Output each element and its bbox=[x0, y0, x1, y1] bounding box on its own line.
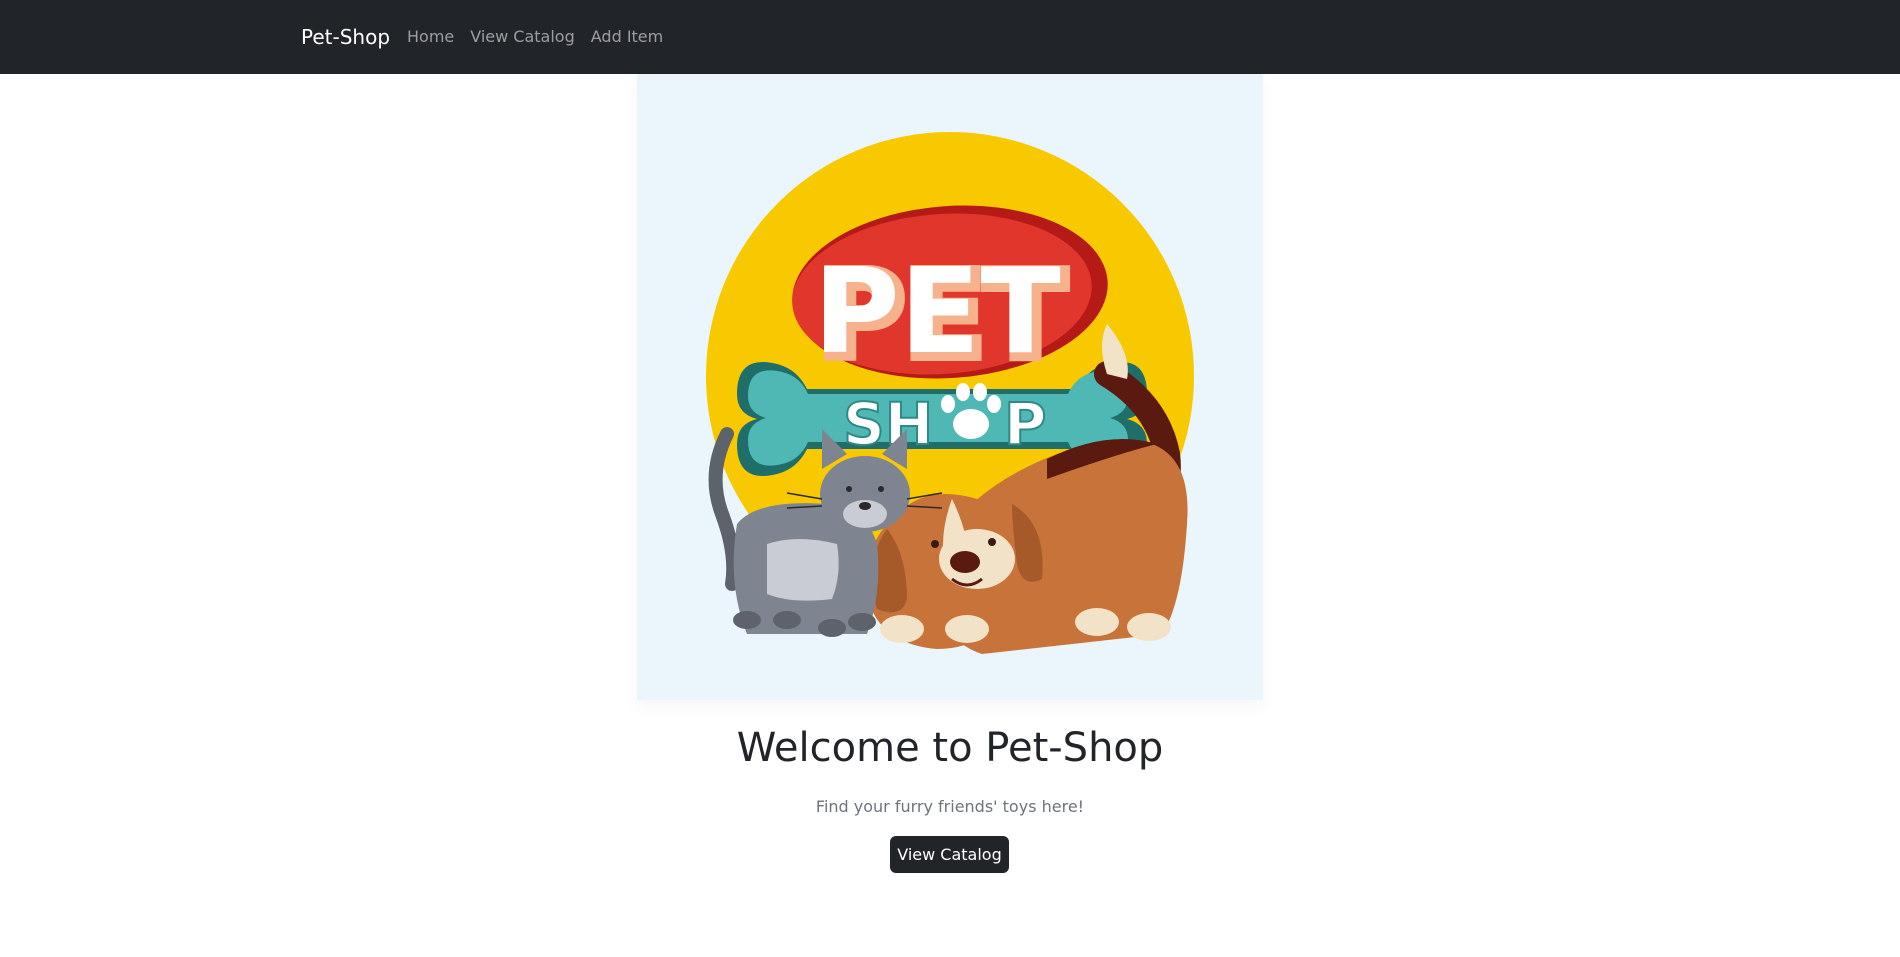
nav-link-home[interactable]: Home bbox=[407, 27, 454, 47]
view-catalog-button[interactable]: View Catalog bbox=[890, 836, 1009, 873]
pet-shop-logo-image: PET PET SH P bbox=[637, 74, 1263, 700]
nav-link-add-item[interactable]: Add Item bbox=[591, 27, 663, 47]
pet-shop-logo-illustration: PET PET SH P bbox=[706, 132, 1194, 654]
page-title: Welcome to Pet-Shop bbox=[736, 725, 1164, 771]
page-subtitle: Find your furry friends' toys here! bbox=[815, 797, 1085, 816]
nav-links: Home View Catalog Add Item bbox=[407, 27, 663, 47]
pet-text: PET bbox=[813, 242, 1061, 380]
nav-link-view-catalog[interactable]: View Catalog bbox=[470, 27, 575, 47]
brand-link[interactable]: Pet-Shop bbox=[301, 24, 390, 50]
shop-text-left: SH bbox=[843, 390, 933, 458]
shop-text-right: P bbox=[1004, 390, 1047, 458]
navbar: Pet-Shop Home View Catalog Add Item bbox=[0, 0, 1900, 74]
